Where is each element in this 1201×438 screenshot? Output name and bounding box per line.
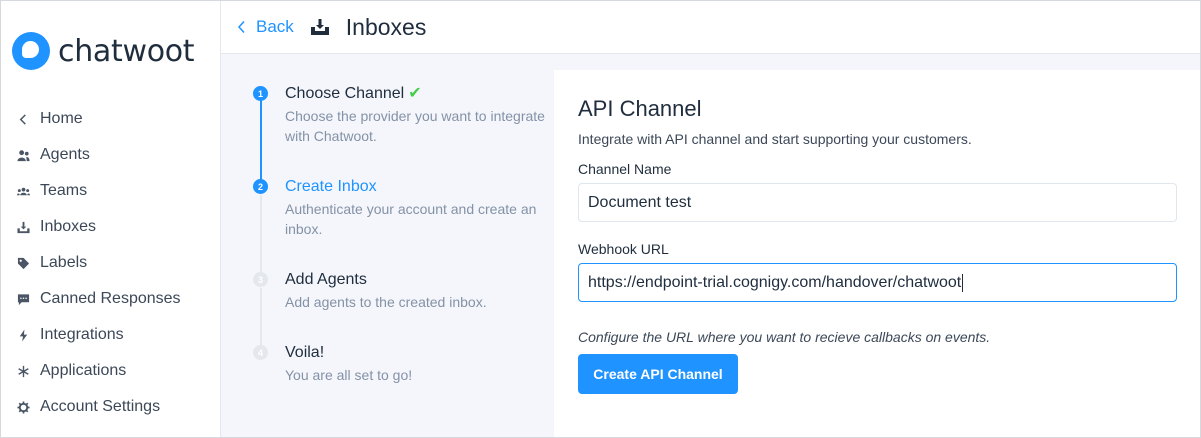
- step-title: Voila!: [285, 344, 325, 361]
- brand-logo[interactable]: chatwoot: [12, 31, 195, 71]
- create-api-channel-button[interactable]: Create API Channel: [578, 354, 738, 394]
- back-button[interactable]: Back: [236, 17, 294, 37]
- page-header: Back Inboxes: [221, 1, 1200, 54]
- step-title-text: Choose Channel: [285, 85, 405, 102]
- step-description: Authenticate your account and create an …: [285, 201, 537, 237]
- chevron-left-icon: [237, 20, 245, 34]
- sidebar-item-applications[interactable]: Applications: [1, 353, 220, 389]
- step-number: 4: [253, 345, 268, 360]
- channel-name-label: Channel Name: [578, 161, 672, 177]
- api-channel-form: API Channel Integrate with API channel a…: [554, 70, 1200, 437]
- sidebar-item-label: Labels: [40, 254, 88, 271]
- gear-icon: [16, 400, 30, 414]
- form-subtitle: Integrate with API channel and start sup…: [578, 131, 972, 147]
- step-create-inbox: 2 Create Inbox Authenticate your account…: [253, 177, 548, 239]
- step-voila: 4 Voila! You are all set to go!: [253, 343, 548, 385]
- sidebar-item-label: Inboxes: [40, 218, 97, 235]
- inbox-icon: [16, 220, 30, 234]
- channel-name-value: Document test: [588, 193, 692, 211]
- step-title: Choose Channel ✔: [285, 84, 548, 104]
- sidebar-item-label: Teams: [40, 182, 88, 199]
- sidebar-item-labels[interactable]: Labels: [1, 245, 220, 281]
- step-add-agents: 3 Add Agents Add agents to the created i…: [253, 270, 548, 312]
- tag-icon: [16, 256, 30, 270]
- sidebar-nav: Home Agents Teams Inboxes Labels Canned …: [1, 101, 220, 425]
- chevron-left-icon: [16, 112, 30, 126]
- brand-name: chatwoot: [58, 33, 195, 69]
- step-description: You are all set to go!: [285, 367, 413, 383]
- webhook-url-input[interactable]: https://endpoint-trial.cognigy.com/hando…: [578, 263, 1177, 302]
- step-number: 3: [253, 272, 268, 287]
- step-number: 1: [253, 86, 268, 101]
- sidebar-item-canned-responses[interactable]: Canned Responses: [1, 281, 220, 317]
- asterisk-icon: [16, 364, 30, 378]
- webhook-url-value: https://endpoint-trial.cognigy.com/hando…: [588, 273, 962, 291]
- sidebar-item-label: Canned Responses: [40, 290, 181, 307]
- sidebar-item-teams[interactable]: Teams: [1, 173, 220, 209]
- channel-name-input[interactable]: Document test: [578, 183, 1177, 222]
- sidebar-item-account-settings[interactable]: Account Settings: [1, 389, 220, 425]
- webhook-help-text: Configure the URL where you want to reci…: [578, 329, 991, 345]
- agents-icon: [16, 148, 30, 162]
- teams-icon: [16, 184, 30, 198]
- checkmark-icon: ✔: [408, 85, 422, 102]
- sidebar-item-label: Integrations: [40, 326, 124, 343]
- sidebar-item-agents[interactable]: Agents: [1, 137, 220, 173]
- sidebar-item-inboxes[interactable]: Inboxes: [1, 209, 220, 245]
- flash-icon: [16, 328, 30, 342]
- step-title: Create Inbox: [285, 178, 377, 195]
- text-caret: [962, 273, 964, 292]
- step-description: Add agents to the created inbox.: [285, 294, 487, 310]
- step-number: 2: [253, 179, 268, 194]
- chat-icon: [16, 292, 30, 306]
- sidebar-item-label: Home: [40, 110, 83, 127]
- sidebar-item-label: Agents: [40, 146, 90, 163]
- step-description: Choose the provider you want to integrat…: [285, 108, 545, 144]
- back-label: Back: [256, 17, 294, 36]
- inbox-download-icon: [310, 19, 329, 35]
- chatwoot-logo-icon: [12, 32, 50, 70]
- sidebar-item-home[interactable]: Home: [1, 101, 220, 137]
- main-content: 1 Choose Channel ✔ Choose the provider yo…: [221, 54, 1200, 437]
- form-title: API Channel: [578, 96, 702, 121]
- sidebar-item-integrations[interactable]: Integrations: [1, 317, 220, 353]
- page-title: Inboxes: [345, 13, 427, 40]
- step-title: Add Agents: [285, 271, 367, 288]
- step-choose-channel: 1 Choose Channel ✔ Choose the provider yo…: [253, 84, 548, 146]
- webhook-url-label: Webhook URL: [578, 241, 669, 257]
- sidebar-item-label: Account Settings: [40, 398, 161, 415]
- sidebar-item-label: Applications: [40, 362, 127, 379]
- wizard-steps: 1 Choose Channel ✔ Choose the provider yo…: [221, 54, 553, 437]
- sidebar: chatwoot Home Agents Teams Inboxes Label…: [1, 1, 221, 437]
